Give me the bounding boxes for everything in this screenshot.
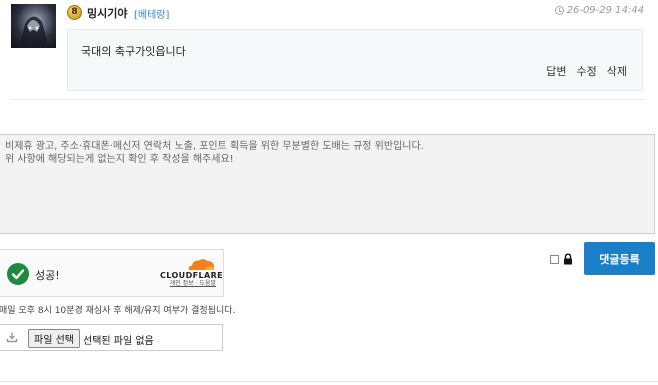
- comment-actions: 답변 수정 삭제: [546, 63, 627, 79]
- cloudflare-wordmark: CLOUDFLARE: [160, 271, 223, 280]
- lock-icon: [564, 253, 572, 265]
- check-icon: [7, 263, 29, 285]
- clock-icon: [554, 6, 564, 15]
- nickname[interactable]: 밍시기야: [87, 5, 127, 21]
- secret-option: [550, 253, 574, 265]
- cloud-icon: [188, 259, 214, 270]
- submit-comment-button[interactable]: 댓글등록: [584, 242, 655, 275]
- reply-button[interactable]: 답변: [546, 63, 566, 79]
- secret-checkbox[interactable]: [550, 254, 559, 264]
- level-badge: 8: [67, 5, 82, 20]
- member-role: [베테랑]: [134, 10, 170, 21]
- divider: [0, 381, 658, 382]
- comment-timestamp: 26-09-29 14:44: [554, 5, 644, 16]
- delete-button[interactable]: 삭제: [607, 63, 627, 79]
- captcha-links[interactable]: 개인 정보 · 도움말: [160, 280, 216, 288]
- upload-icon: [6, 332, 18, 343]
- avatar[interactable]: [11, 4, 56, 48]
- choose-file-button[interactable]: 파일 선택: [28, 329, 80, 348]
- edit-button[interactable]: 수정: [577, 63, 597, 79]
- comment-bubble: 국대의 축구가잇읍니다 답변 수정 삭제: [67, 29, 643, 91]
- captcha-status: 성공!: [35, 269, 60, 282]
- captcha-widget[interactable]: 성공! CLOUDFLARE 개인 정보 · 도움말: [0, 249, 224, 297]
- comment-textarea[interactable]: [0, 134, 655, 234]
- file-upload: 파일 선택 선택된 파일 없음: [0, 324, 223, 351]
- comment-content: 국대의 축구가잇읍니다: [81, 45, 186, 58]
- cloudflare-logo: CLOUDFLARE 개인 정보 · 도움말: [160, 257, 223, 288]
- divider: [11, 99, 644, 100]
- file-status: 선택된 파일 없음: [83, 336, 154, 347]
- timestamp-text: 26-09-29 14:44: [566, 5, 644, 16]
- notice-text: 매일 오후 8시 10분경 재심사 후 해제/유지 여부가 결정됩니다.: [0, 306, 236, 316]
